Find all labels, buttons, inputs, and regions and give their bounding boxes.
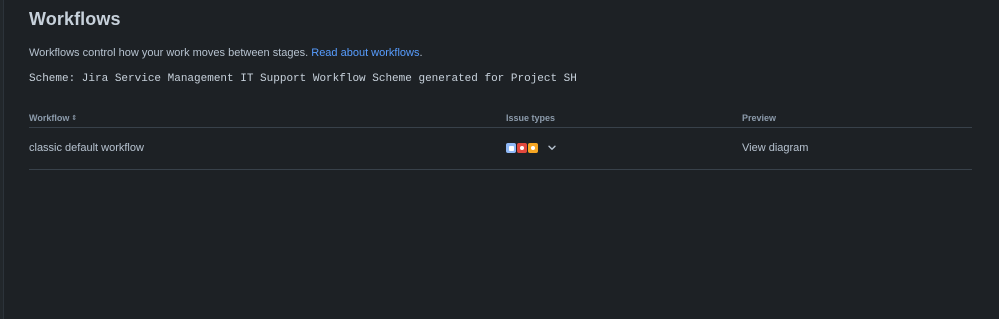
workflows-panel: Workflows Workflows control how your wor… xyxy=(29,0,972,319)
read-about-workflows-link[interactable]: Read about workflows xyxy=(311,47,419,59)
story-icon xyxy=(528,143,538,153)
description-suffix: . xyxy=(419,47,423,59)
column-header-preview: Preview xyxy=(742,113,777,123)
table-header: Workflow ⇕ Issue types Preview xyxy=(29,111,972,128)
column-header-workflow[interactable]: Workflow ⇕ xyxy=(29,113,77,123)
column-header-issue-types: Issue types xyxy=(506,113,556,123)
issue-types-cell xyxy=(506,143,557,153)
task-icon xyxy=(506,143,516,153)
workflows-description: Workflows control how your work moves be… xyxy=(29,47,423,59)
workflows-table: Workflow ⇕ Issue types Preview classic de… xyxy=(29,111,972,170)
workflow-name: classic default workflow xyxy=(29,142,144,154)
view-diagram-link[interactable]: View diagram xyxy=(742,142,808,154)
view-diagram-label: View diagram xyxy=(742,142,809,154)
description-text: Workflows control how your work moves be… xyxy=(29,47,312,59)
bug-icon xyxy=(517,143,527,153)
table-row: classic default workflow View diagram xyxy=(29,128,972,170)
page-title: Workflows xyxy=(29,9,121,29)
sort-icon: ⇕ xyxy=(71,115,78,122)
left-rail xyxy=(0,0,4,319)
column-header-label: Workflow xyxy=(29,113,70,123)
scheme-label: Scheme: Jira Service Management IT Suppo… xyxy=(29,73,577,85)
chevron-down-icon[interactable] xyxy=(547,143,557,153)
